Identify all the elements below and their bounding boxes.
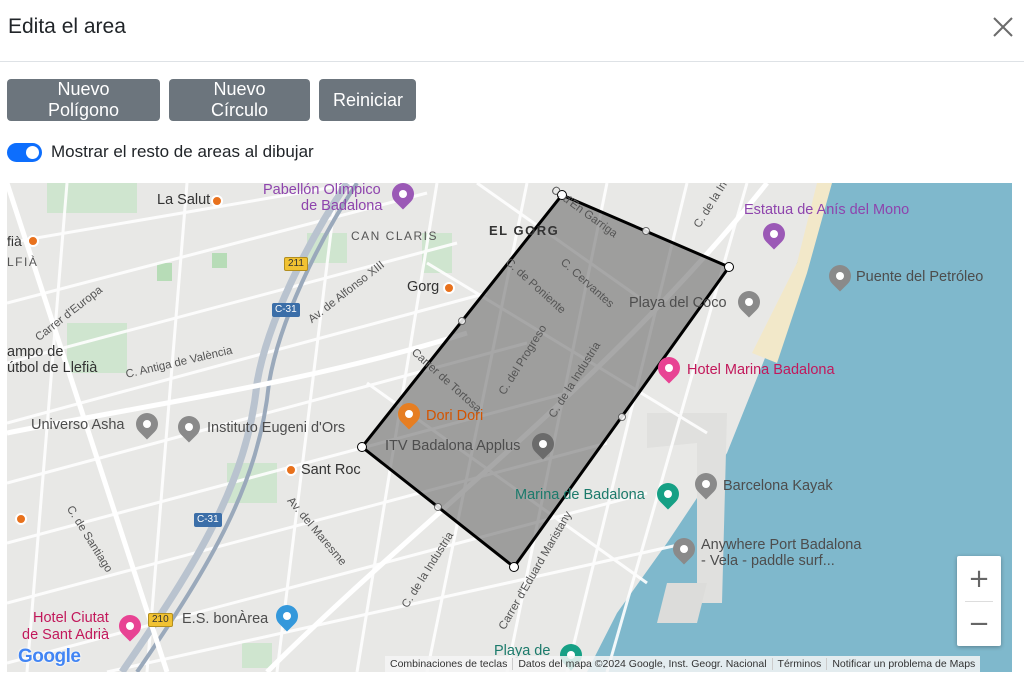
train-station-icon[interactable] — [27, 235, 39, 247]
poi-label: Puente del Petróleo — [856, 269, 984, 285]
map-canvas[interactable]: C-31 C-31 211 210 CAN CLARIS EL GORG fià… — [7, 183, 1012, 672]
polygon-vertex-handle[interactable] — [357, 442, 367, 452]
poi-label: Marina de Badalona — [515, 487, 645, 503]
polygon-vertex-handle[interactable] — [724, 262, 734, 272]
poi-label: Instituto Eugeni d'Ors — [207, 420, 346, 436]
modal-title: Edita el area — [8, 15, 126, 38]
show-areas-switch[interactable] — [7, 142, 42, 162]
road-badge-c31: C-31 — [272, 303, 300, 317]
terms-link[interactable]: Términos — [773, 658, 828, 670]
close-icon — [993, 17, 1013, 37]
polygon-midpoint-handle[interactable] — [642, 227, 650, 235]
new-circle-button[interactable]: Nuevo Círculo — [169, 79, 310, 121]
road-badge-211: 211 — [284, 257, 308, 271]
google-logo: Google — [18, 646, 81, 667]
report-problem-link[interactable]: Notificar un problema de Maps — [827, 658, 980, 670]
new-polygon-button[interactable]: Nuevo Polígono — [7, 79, 160, 121]
train-station-icon[interactable] — [211, 195, 223, 207]
district-label: EL GORG — [489, 223, 560, 238]
train-station-icon[interactable] — [15, 513, 27, 525]
place-label: La Salut — [157, 192, 211, 208]
zoom-out-button[interactable]: − — [957, 601, 1001, 646]
show-areas-toggle-row: Mostrar el resto de areas al dibujar — [7, 142, 314, 162]
poi-label: - Vela - paddle surf... — [701, 553, 835, 569]
poi-label: Playa del Coco — [629, 295, 727, 311]
poi-label: E.S. bonÀrea — [182, 611, 269, 627]
map-attribution: Combinaciones de teclas Datos del mapa ©… — [385, 656, 981, 672]
poi-label: ITV Badalona Applus — [385, 438, 521, 454]
place-label: Gorg — [407, 279, 440, 295]
zoom-in-button[interactable]: + — [957, 556, 1001, 601]
switch-knob — [26, 145, 39, 159]
poi-label: Pabellón Olímpico — [263, 183, 381, 198]
place-label: Sant Roc — [301, 462, 361, 478]
poi-label: de Sant Adrià — [22, 627, 110, 643]
train-station-icon[interactable] — [443, 282, 455, 294]
close-button[interactable] — [988, 12, 1018, 42]
modal-header: Edita el area — [0, 0, 1024, 62]
polygon-vertex-handle[interactable] — [509, 562, 519, 572]
drawing-toolbar: Nuevo Polígono Nuevo Círculo Reiniciar — [7, 79, 416, 121]
map-data-attribution: Datos del mapa ©2024 Google, Inst. Geogr… — [513, 658, 773, 670]
poi-label: Hotel Ciutat — [33, 610, 109, 626]
district-label: LFIÀ — [7, 255, 39, 269]
polygon-midpoint-handle[interactable] — [458, 317, 466, 325]
road-badge-210: 210 — [148, 613, 173, 627]
keyboard-shortcuts-link[interactable]: Combinaciones de teclas — [385, 658, 514, 670]
zoom-control: + − — [957, 556, 1001, 646]
poi-label: Hotel Marina Badalona — [687, 362, 835, 378]
poi-label: Barcelona Kayak — [723, 478, 833, 494]
place-label: fià — [7, 233, 22, 249]
train-station-icon[interactable] — [285, 464, 297, 476]
district-label: CAN CLARIS — [351, 229, 439, 243]
polygon-midpoint-handle[interactable] — [434, 503, 442, 511]
poi-label: Universo Asha — [31, 417, 125, 433]
road-badge-c31: C-31 — [194, 513, 222, 527]
poi-label: útbol de Llefià — [7, 360, 98, 376]
show-areas-label: Mostrar el resto de areas al dibujar — [51, 142, 314, 161]
poi-label: Estatua de Anís del Mono — [744, 202, 910, 218]
poi-label: de Badalona — [301, 198, 383, 214]
poi-label: ampo de — [7, 344, 64, 360]
reset-button[interactable]: Reiniciar — [319, 79, 416, 121]
polygon-midpoint-handle[interactable] — [618, 413, 626, 421]
poi-label: Anywhere Port Badalona — [701, 537, 862, 553]
